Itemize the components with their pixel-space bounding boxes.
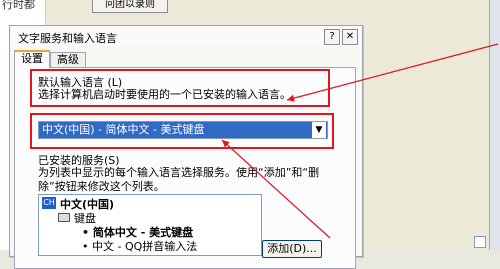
arrow-to-dropdown <box>221 139 331 239</box>
arrow-to-description <box>286 43 499 102</box>
annotation-arrows <box>221 43 499 239</box>
